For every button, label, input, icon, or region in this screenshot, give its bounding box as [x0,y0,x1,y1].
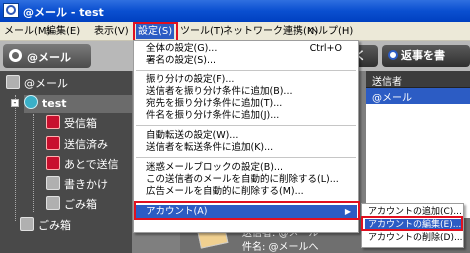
edit-account-highlight [361,216,463,231]
folder-tree: @メール - test 受信箱 送信済み あとで送信 書きかけ ごみ箱 ごみ箱 [0,71,132,253]
menu-item-auto-forward[interactable]: 自動転送の設定(W)... [146,130,238,142]
menu-item-general-settings[interactable]: 全体の設定(G)... [146,43,217,55]
drafts-icon [46,176,60,190]
tree-global-trash[interactable]: ごみ箱 [20,217,71,235]
tree-folder-label: 受信箱 [64,117,97,130]
tree-root[interactable]: @メール [6,75,68,93]
tree-folder-label: ごみ箱 [64,198,97,211]
reply-icon [388,50,398,60]
menu-view[interactable]: 表示(V) [94,24,129,39]
tree-trash-label: ごみ箱 [38,219,71,232]
tree-folder-outbox[interactable]: あとで送信 [46,156,119,174]
sent-icon [46,136,60,150]
tree-account-label: test [42,97,67,110]
collapse-icon[interactable]: - [11,99,19,107]
menu-item-auto-delete-ads[interactable]: 広告メールを自動的に削除する(M)... [146,186,304,198]
send-later-icon [46,156,60,170]
menu-edit[interactable]: 編集(E) [46,24,80,39]
settings-menu-highlight [133,22,178,42]
tree-account-test[interactable]: test [24,95,132,113]
logo-icon [9,49,22,62]
tree-folder-sent[interactable]: 送信済み [46,136,108,154]
menu-help[interactable]: ヘルプ(H) [308,24,353,39]
account-icon [24,95,38,109]
tree-folder-label: 送信済み [64,138,108,151]
trash-icon [46,196,60,210]
menu-network[interactable]: ネットワーク連携(N) [223,24,318,39]
logo-text: @メール [27,51,71,64]
menu-tools[interactable]: ツール(T) [180,24,224,39]
account-item-highlight [134,201,360,220]
app-icon [3,3,19,18]
menu-item-auto-delete-sender[interactable]: この送信者のメールを自動的に削除する(L)... [146,174,339,186]
column-header-sender[interactable]: 送信者 [366,71,470,88]
menu-item-add-recipient-filter[interactable]: 宛先を振り分け条件に追加(T)... [146,98,282,110]
app-logo: @メール [3,44,91,68]
tree-folder-label: あとで送信 [64,158,119,171]
submenu-item-delete-account[interactable]: アカウントの削除(D)... [365,232,463,244]
message-row[interactable]: @メール [366,88,470,104]
menu-item-add-sender-filter[interactable]: 送信者を振り分け条件に追加(B)... [146,86,293,98]
menu-item-add-subject-filter[interactable]: 件名を振り分け条件に追加(J)... [146,110,279,122]
preview-subject: 件名: @メールへ [242,242,319,253]
reply-label: 返事を書 [401,49,445,62]
message-sender: @メール [372,93,412,104]
title-bar: @メール - test [0,0,470,22]
menu-item-filter-settings[interactable]: 振り分けの設定(F)... [146,74,234,86]
menu-item-spam-block[interactable]: 迷惑メールブロックの設定(B)... [146,162,283,174]
tree-folder-trash[interactable]: ごみ箱 [46,196,97,214]
trash-icon [20,217,34,231]
reply-button[interactable]: 返事を書 [382,45,470,67]
inbox-icon [46,115,60,129]
mailbox-icon [6,75,20,89]
tree-root-label: @メール [24,77,68,90]
menu-bar: メール(M) 編集(E) 表示(V) 設定(S) ツール(T) ネットワーク連携… [0,22,470,41]
shortcut-general: Ctrl+O [309,43,342,54]
menu-mail[interactable]: メール(M) [4,24,50,39]
tree-folder-label: 書きかけ [64,178,108,191]
menu-item-signature[interactable]: 署名の設定(S)... [146,55,216,67]
menu-item-add-forward-sender[interactable]: 送信者を転送条件に追加(K)... [146,142,273,154]
tree-folder-drafts[interactable]: 書きかけ [46,176,108,194]
tree-folder-inbox[interactable]: 受信箱 [46,115,97,133]
window-title: @メール - test [23,6,104,19]
